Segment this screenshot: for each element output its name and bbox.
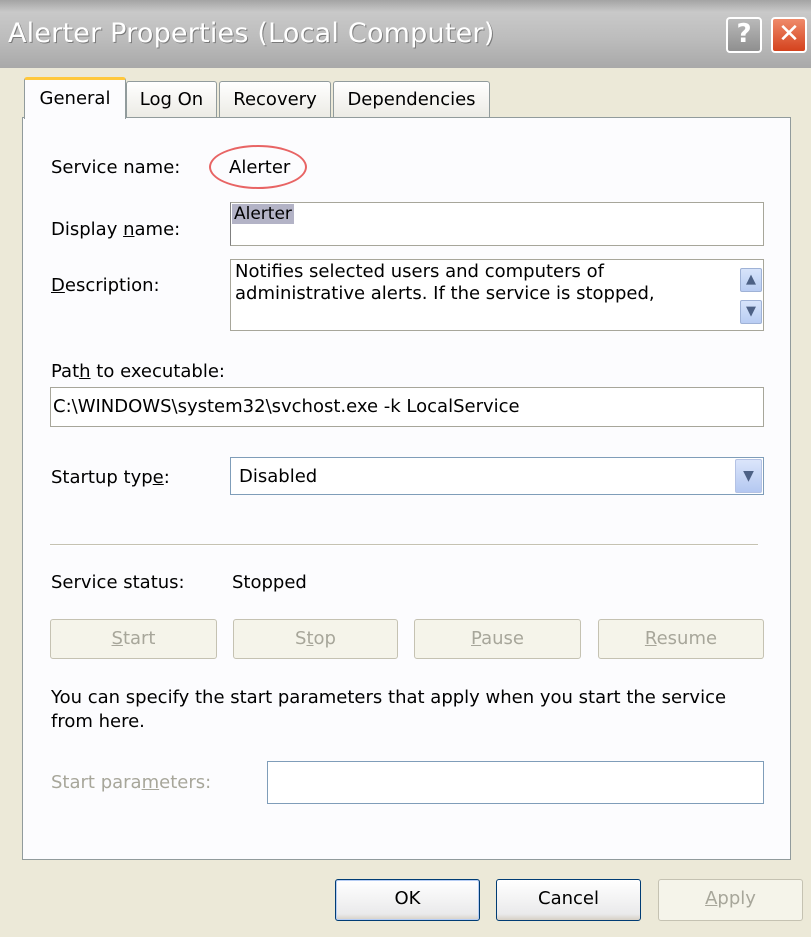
tab-log-on[interactable]: Log On — [126, 81, 217, 117]
start-params-label: Start parameters: — [51, 772, 212, 793]
tab-recovery[interactable]: Recovery — [219, 81, 331, 117]
scroll-up-button[interactable]: ▲ — [740, 268, 762, 292]
chevron-down-icon: ▼ — [743, 468, 754, 484]
window-title: Alerter Properties (Local Computer) — [8, 18, 495, 49]
stop-button[interactable]: Stop — [233, 619, 398, 659]
service-status-label: Service status: — [51, 572, 185, 593]
ok-button[interactable]: OK — [335, 879, 480, 921]
tab-general[interactable]: General — [24, 77, 126, 119]
highlight-oval — [209, 145, 307, 189]
description-field[interactable]: Notifies selected users and computers of… — [230, 259, 764, 331]
chevron-down-icon: ▼ — [746, 304, 756, 319]
path-value: C:\WINDOWS\system32\svchost.exe -k Local… — [53, 396, 520, 417]
pause-button[interactable]: Pause — [414, 619, 581, 659]
description-label: Description: — [51, 275, 160, 296]
help-icon: ? — [736, 19, 752, 49]
help-button[interactable]: ? — [726, 17, 762, 53]
path-label: Path to executable: — [51, 361, 225, 382]
title-bar[interactable]: Alerter Properties (Local Computer) ? ✕ — [0, 0, 811, 68]
startup-type-label: Startup type: — [51, 467, 170, 488]
scroll-down-button[interactable]: ▼ — [740, 300, 762, 324]
section-divider — [50, 544, 758, 546]
chevron-up-icon: ▲ — [746, 272, 756, 287]
description-line-2: administrative alerts. If the service is… — [235, 283, 655, 304]
startup-type-select[interactable]: Disabled ▼ — [230, 457, 764, 495]
cancel-button[interactable]: Cancel — [496, 879, 641, 921]
tab-dependencies[interactable]: Dependencies — [333, 81, 490, 117]
resume-button[interactable]: Resume — [598, 619, 764, 659]
startup-type-value: Disabled — [239, 466, 318, 487]
display-name-value: Alerter — [232, 204, 294, 224]
service-status-value: Stopped — [232, 572, 307, 593]
apply-button[interactable]: Apply — [658, 879, 803, 921]
close-button[interactable]: ✕ — [771, 17, 807, 53]
close-icon: ✕ — [778, 19, 800, 49]
path-field[interactable]: C:\WINDOWS\system32\svchost.exe -k Local… — [50, 387, 764, 427]
description-text: Notifies selected users and computers of… — [235, 261, 655, 305]
properties-dialog: Alerter Properties (Local Computer) ? ✕ … — [0, 0, 811, 937]
start-params-hint: You can specify the start parameters tha… — [51, 687, 727, 732]
service-name-label: Service name: — [51, 157, 181, 178]
display-name-field[interactable]: Alerter — [230, 202, 764, 246]
description-line-1: Notifies selected users and computers of — [235, 261, 604, 282]
startup-type-dropdown-button[interactable]: ▼ — [735, 459, 762, 493]
start-button[interactable]: Start — [50, 619, 217, 659]
display-name-label: Display name: — [51, 219, 181, 240]
start-params-input[interactable] — [267, 761, 764, 804]
